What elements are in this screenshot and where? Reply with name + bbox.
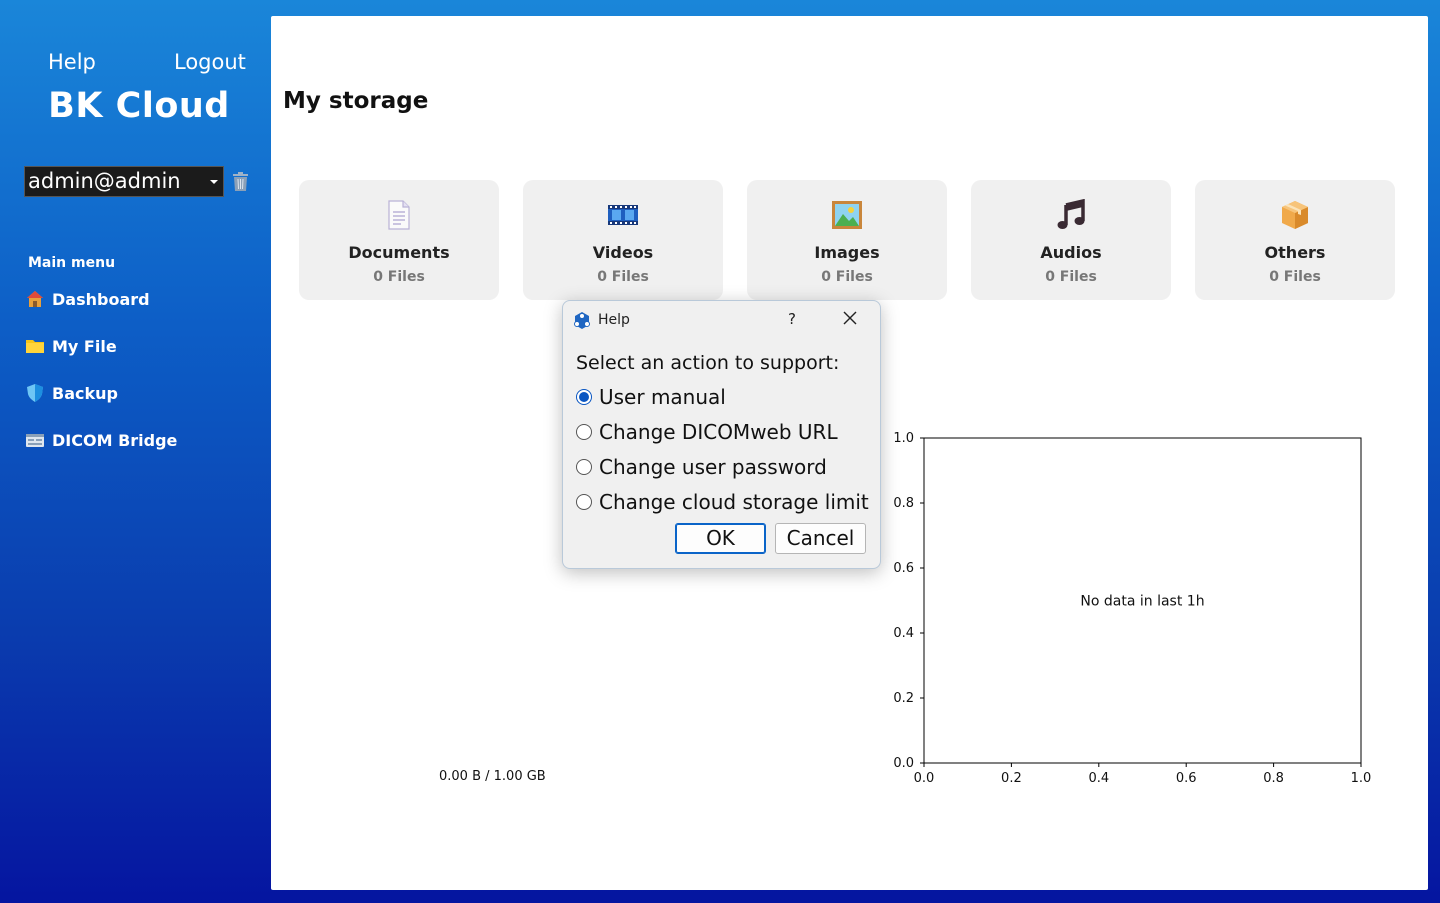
card-name: Videos [592, 243, 654, 262]
storage-usage-text: 0.00 B / 1.00 GB [439, 769, 546, 784]
y-tick-label: 0.4 [893, 626, 914, 641]
option-change-dicomweb-url[interactable]: Change DICOMweb URL [576, 419, 838, 445]
usage-chart: 0.0 0.2 0.4 0.6 0.8 1.0 0.0 0.2 0.4 0.6 0.8 1.0 No d… [893, 431, 1372, 786]
menu-heading: Main menu [28, 255, 116, 271]
sidebar-item-label: Backup [52, 383, 118, 403]
chart-annotation: No data in last 1h [1080, 594, 1204, 610]
sidebar-item-dashboard[interactable]: Dashboard [26, 287, 150, 311]
card-count: 0 Files [597, 269, 649, 285]
chevron-down-icon [210, 180, 218, 184]
x-tick-label: 1.0 [1351, 771, 1372, 786]
y-tick-label: 0.6 [893, 561, 914, 576]
top-links: Help Logout [0, 50, 271, 80]
option-label: Change DICOMweb URL [599, 420, 838, 444]
app-logo-icon [574, 312, 590, 329]
sidebar-item-label: DICOM Bridge [52, 430, 178, 450]
music-icon [1057, 199, 1085, 229]
sidebar-item-label: Dashboard [52, 289, 150, 309]
option-label: Change cloud storage limit [599, 490, 869, 514]
logout-link[interactable]: Logout [174, 50, 246, 74]
dialog-prompt: Select an action to support: [576, 352, 840, 374]
radio-button[interactable] [576, 389, 592, 405]
y-tick-label: 0.0 [893, 756, 914, 771]
folder-icon [26, 337, 44, 355]
package-icon [1282, 201, 1308, 229]
card-count: 0 Files [1045, 269, 1097, 285]
card-name: Others [1264, 243, 1326, 262]
x-tick-label: 0.6 [1176, 771, 1197, 786]
card-count: 0 Files [373, 269, 425, 285]
x-tick-label: 0.8 [1263, 771, 1284, 786]
bridge-icon [26, 431, 44, 449]
card-documents[interactable]: Documents 0 Files [299, 180, 499, 300]
option-change-cloud-storage-limit[interactable]: Change cloud storage limit [576, 489, 869, 515]
card-images[interactable]: Images 0 Files [747, 180, 947, 300]
card-name: Audios [1040, 243, 1102, 262]
sidebar: Help Logout BK Cloud admin@admin Main me… [0, 0, 271, 903]
image-icon [832, 201, 862, 229]
home-icon [26, 290, 44, 308]
sidebar-item-backup[interactable]: Backup [26, 381, 118, 405]
card-count: 0 Files [1269, 269, 1321, 285]
option-user-manual[interactable]: User manual [576, 384, 726, 410]
card-count: 0 Files [821, 269, 873, 285]
help-dialog: Help ? Select an action to support: User… [562, 300, 881, 569]
radio-button[interactable] [576, 424, 592, 440]
radio-button[interactable] [576, 494, 592, 510]
option-label: User manual [599, 385, 726, 409]
close-icon[interactable] [842, 310, 858, 326]
sidebar-item-dicom-bridge[interactable]: DICOM Bridge [26, 428, 177, 452]
card-name: Documents [348, 243, 450, 262]
card-audios[interactable]: Audios 0 Files [971, 180, 1171, 300]
shield-icon [26, 384, 44, 402]
x-tick-label: 0.2 [1001, 771, 1022, 786]
y-tick-label: 0.8 [893, 496, 914, 511]
card-others[interactable]: Others 0 Files [1195, 180, 1395, 300]
x-tick-label: 0.0 [914, 771, 935, 786]
sidebar-item-my-file[interactable]: My File [26, 334, 117, 358]
trash-icon[interactable] [231, 172, 250, 192]
card-videos[interactable]: Videos 0 Files [523, 180, 723, 300]
dialog-title: Help [598, 312, 630, 328]
user-select-value: admin@admin [28, 169, 181, 193]
card-name: Images [814, 243, 880, 262]
ok-button[interactable]: OK [675, 523, 766, 554]
y-tick-label: 1.0 [893, 431, 914, 446]
app-title: BK Cloud [48, 86, 230, 126]
option-change-user-password[interactable]: Change user password [576, 454, 827, 480]
help-link[interactable]: Help [48, 50, 96, 74]
page-title: My storage [283, 88, 429, 114]
option-label: Change user password [599, 455, 827, 479]
dialog-help-button[interactable]: ? [788, 310, 796, 328]
document-icon [388, 200, 410, 230]
x-tick-label: 0.4 [1088, 771, 1109, 786]
sidebar-item-label: My File [52, 336, 117, 356]
cancel-button[interactable]: Cancel [775, 523, 866, 554]
radio-button[interactable] [576, 459, 592, 475]
film-icon [608, 205, 638, 225]
y-tick-label: 0.2 [893, 691, 914, 706]
dialog-titlebar: Help ? [563, 301, 880, 339]
user-select[interactable]: admin@admin [24, 166, 224, 197]
